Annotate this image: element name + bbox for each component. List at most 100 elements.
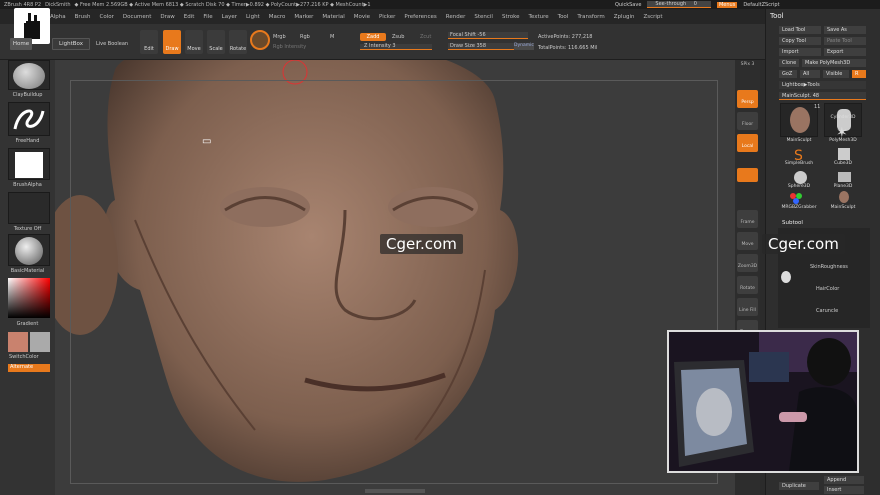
menu-item[interactable]: Preferences <box>404 14 436 20</box>
move-view-button[interactable]: Move <box>737 232 758 250</box>
export-button[interactable]: Export <box>824 48 866 56</box>
menu-item[interactable]: Alpha <box>50 14 66 20</box>
persp-button[interactable]: Persp <box>737 90 758 108</box>
menu-item[interactable]: Movie <box>354 14 370 20</box>
menu-item[interactable]: Stroke <box>502 14 520 20</box>
secondary-color-swatch[interactable] <box>30 332 50 352</box>
menu-bar: Alpha Brush Color Document Draw Edit File Layer… <box>0 9 765 24</box>
thumb-mainsculpt[interactable] <box>780 103 818 137</box>
visible-button[interactable]: Visible <box>823 70 849 78</box>
menu-item[interactable]: Zscript <box>643 14 662 20</box>
goz-button[interactable]: GoZ <box>779 70 797 78</box>
menu-item[interactable]: Document <box>123 14 152 20</box>
menu-item[interactable]: Picker <box>379 14 395 20</box>
focal-shift-slider[interactable]: Focal Shift -56 <box>448 32 528 39</box>
quicksave-button[interactable]: QuickSave <box>615 2 641 8</box>
rotate-button[interactable]: Rotate <box>229 30 247 54</box>
save-as-button[interactable]: Save As <box>824 26 866 34</box>
head-thumb-icon <box>790 107 810 133</box>
rgb-intensity-slider[interactable]: Rgb Intensity <box>273 44 306 50</box>
main-sculpt-slider[interactable]: MainSculpt. 48 <box>779 92 866 100</box>
menu-item[interactable]: Transform <box>577 14 604 20</box>
menu-item[interactable]: Zplugin <box>614 14 635 20</box>
zoom3d-button[interactable]: Zoom3D <box>737 254 758 272</box>
menu-item[interactable]: Macro <box>269 14 286 20</box>
stroke-slot[interactable] <box>8 102 50 136</box>
m-button[interactable]: M <box>330 34 334 40</box>
clone-button[interactable]: Clone <box>779 59 799 67</box>
menu-item[interactable]: Edit <box>184 14 195 20</box>
rotate-view-button[interactable]: Rotate <box>737 276 758 294</box>
menu-item[interactable]: Marker <box>294 14 313 20</box>
make-polymesh-button[interactable]: Make PolyMesh3D <box>802 59 866 67</box>
local-button[interactable]: Local <box>737 134 758 152</box>
frame-button[interactable]: Frame <box>737 210 758 228</box>
insert-button[interactable]: Insert <box>824 486 864 494</box>
subtool-caruncle[interactable]: Caruncle <box>816 308 838 314</box>
lightbox-tools-button[interactable]: Lightbox▶Tools <box>779 81 866 89</box>
menus-button[interactable]: Menus <box>716 1 738 8</box>
zsub-button[interactable]: Zsub <box>392 34 404 40</box>
basic-material-icon <box>15 237 43 265</box>
home-button[interactable]: Home <box>10 38 32 50</box>
mrgb-button[interactable]: Mrgb <box>273 34 286 40</box>
subtool-haircolor[interactable]: HairColor <box>816 286 839 292</box>
texture-slot[interactable] <box>8 192 50 224</box>
paste-tool-button[interactable]: Paste Tool <box>824 37 866 45</box>
alpha-slot[interactable] <box>8 148 50 180</box>
draw-size-slider[interactable]: Draw Size 358 <box>448 43 514 50</box>
menu-item[interactable]: File <box>203 14 212 20</box>
default-script-button[interactable]: DefaultZScript <box>743 2 779 8</box>
mrgbz-grabber-icon <box>790 193 796 199</box>
lightbox-button[interactable]: LightBox <box>52 38 90 50</box>
menu-item[interactable]: Color <box>100 14 114 20</box>
color-picker[interactable] <box>8 278 50 318</box>
move-button[interactable]: Move <box>185 30 203 54</box>
duplicate-button[interactable]: Duplicate <box>779 482 819 490</box>
material-slot[interactable] <box>8 234 50 266</box>
dynamic-button[interactable]: Dynamic <box>514 43 534 50</box>
import-button[interactable]: Import <box>779 48 821 56</box>
append-button[interactable]: Append <box>824 476 864 484</box>
main-color-swatch[interactable] <box>8 332 28 352</box>
draw-button[interactable]: Draw <box>163 30 181 54</box>
canvas-scroll-handle[interactable] <box>365 489 425 493</box>
menu-item[interactable]: Brush <box>75 14 91 20</box>
persp-label: Persp <box>741 100 754 105</box>
scale-button[interactable]: Scale <box>207 30 225 54</box>
brush-slot[interactable] <box>8 60 50 90</box>
menu-item[interactable]: Material <box>322 14 344 20</box>
alternate-button[interactable]: Alternate <box>8 364 50 372</box>
menu-item[interactable]: Draw <box>160 14 174 20</box>
material-label: BasicMaterial <box>10 268 45 274</box>
plane-icon <box>838 172 851 182</box>
menu-item[interactable]: Light <box>246 14 260 20</box>
all-button[interactable]: All <box>800 70 820 78</box>
menu-item[interactable]: Render <box>446 14 466 20</box>
seethrough-slider[interactable]: See-through 0 <box>647 1 711 8</box>
menu-item[interactable]: Layer <box>222 14 237 20</box>
live-boolean-button[interactable]: Live Boolean <box>96 41 128 47</box>
floor-button[interactable]: Floor <box>737 112 758 130</box>
line-fill-button[interactable]: Line Fill <box>737 298 758 316</box>
r-button[interactable]: R <box>852 70 866 78</box>
edit-button[interactable]: Edit <box>140 30 158 54</box>
menu-item[interactable]: Texture <box>529 14 549 20</box>
menu-item[interactable]: Tool <box>558 14 569 20</box>
z-intensity-slider[interactable]: Z Intensity 3 <box>360 43 432 50</box>
sphere-icon <box>794 171 807 184</box>
zcut-button[interactable]: Zcut <box>420 34 431 40</box>
menu-item[interactable]: Stencil <box>474 14 493 20</box>
switch-color-button[interactable]: SwitchColor <box>0 354 55 360</box>
load-tool-button[interactable]: Load Tool <box>779 26 821 34</box>
subtool-header[interactable]: Subtool <box>782 220 803 226</box>
material-sphere-icon[interactable] <box>250 30 270 50</box>
thumb-label-mainsculpt: MainSculpt <box>786 138 812 143</box>
copy-tool-button[interactable]: Copy Tool <box>779 37 821 45</box>
rgb-button[interactable]: Rgb <box>300 34 310 40</box>
clay-buildup-brush-icon <box>13 63 45 89</box>
rotate-label: Rotate <box>229 46 247 52</box>
zadd-button[interactable]: Zadd <box>360 33 386 41</box>
subtool-skinroughness[interactable]: SkinRoughness <box>810 264 848 270</box>
xyz-button[interactable] <box>737 168 758 182</box>
